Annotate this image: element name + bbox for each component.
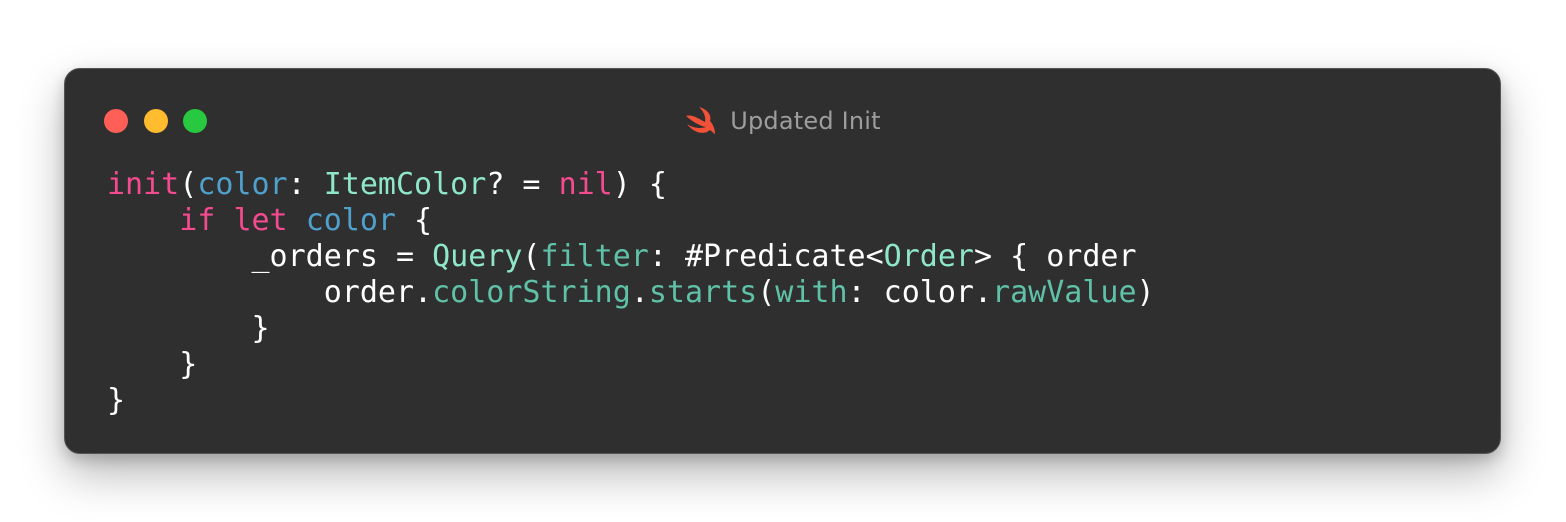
code-token-plain: } — [107, 383, 126, 418]
code-token-plain: ( — [522, 239, 541, 274]
code-token-kw: nil — [558, 167, 613, 202]
code-block: init(color: ItemColor? = nil) { if let c… — [107, 167, 1155, 419]
code-window: Updated Init init(color: ItemColor? = ni… — [64, 68, 1501, 454]
code-token-plain: order. — [107, 275, 433, 310]
code-token-plain: : color. — [847, 275, 993, 310]
code-token-plain: : — [287, 167, 324, 202]
code-token-param: color — [197, 167, 288, 202]
swift-icon — [684, 107, 716, 135]
code-token-plain: ( — [179, 167, 198, 202]
code-line: } — [107, 311, 1155, 347]
window-title: Updated Init — [730, 107, 881, 135]
code-token-plain: { — [396, 203, 433, 238]
code-token-plain: ( — [757, 275, 776, 310]
code-token-type: Query — [432, 239, 523, 274]
code-token-plain: ) { — [612, 167, 667, 202]
code-token-fn: starts — [648, 275, 758, 310]
code-line: order.colorString.starts(with: color.raw… — [107, 275, 1155, 311]
code-token-plain: ) — [1136, 275, 1155, 310]
code-token-kw: let — [233, 203, 288, 238]
title-bar: Updated Init — [65, 103, 1500, 139]
code-line: if let color { — [107, 203, 1155, 239]
code-line: _orders = Query(filter: #Predicate<Order… — [107, 239, 1155, 275]
code-line: } — [107, 383, 1155, 419]
code-token-fn: filter — [540, 239, 649, 274]
code-token-fn: colorString — [432, 275, 631, 310]
code-token-plain: . — [630, 275, 649, 310]
code-token-plain: } — [107, 311, 270, 346]
code-token-fn: rawValue — [992, 275, 1137, 310]
code-line: init(color: ItemColor? = nil) { — [107, 167, 1155, 203]
code-token-type: Order — [883, 239, 974, 274]
code-token-plain: : #Predicate< — [648, 239, 884, 274]
code-token-plain: } — [107, 347, 198, 382]
code-line: } — [107, 347, 1155, 383]
code-token-kw: init — [107, 167, 180, 202]
code-token-type: ItemColor — [323, 167, 487, 202]
code-token-plain: > { order — [973, 239, 1137, 274]
code-token-param: color — [305, 203, 396, 238]
code-token-kw: if — [179, 203, 216, 238]
code-token-plain: _orders = — [107, 239, 433, 274]
code-token-fn: with — [775, 275, 848, 310]
code-token-plain: ? = — [486, 167, 559, 202]
